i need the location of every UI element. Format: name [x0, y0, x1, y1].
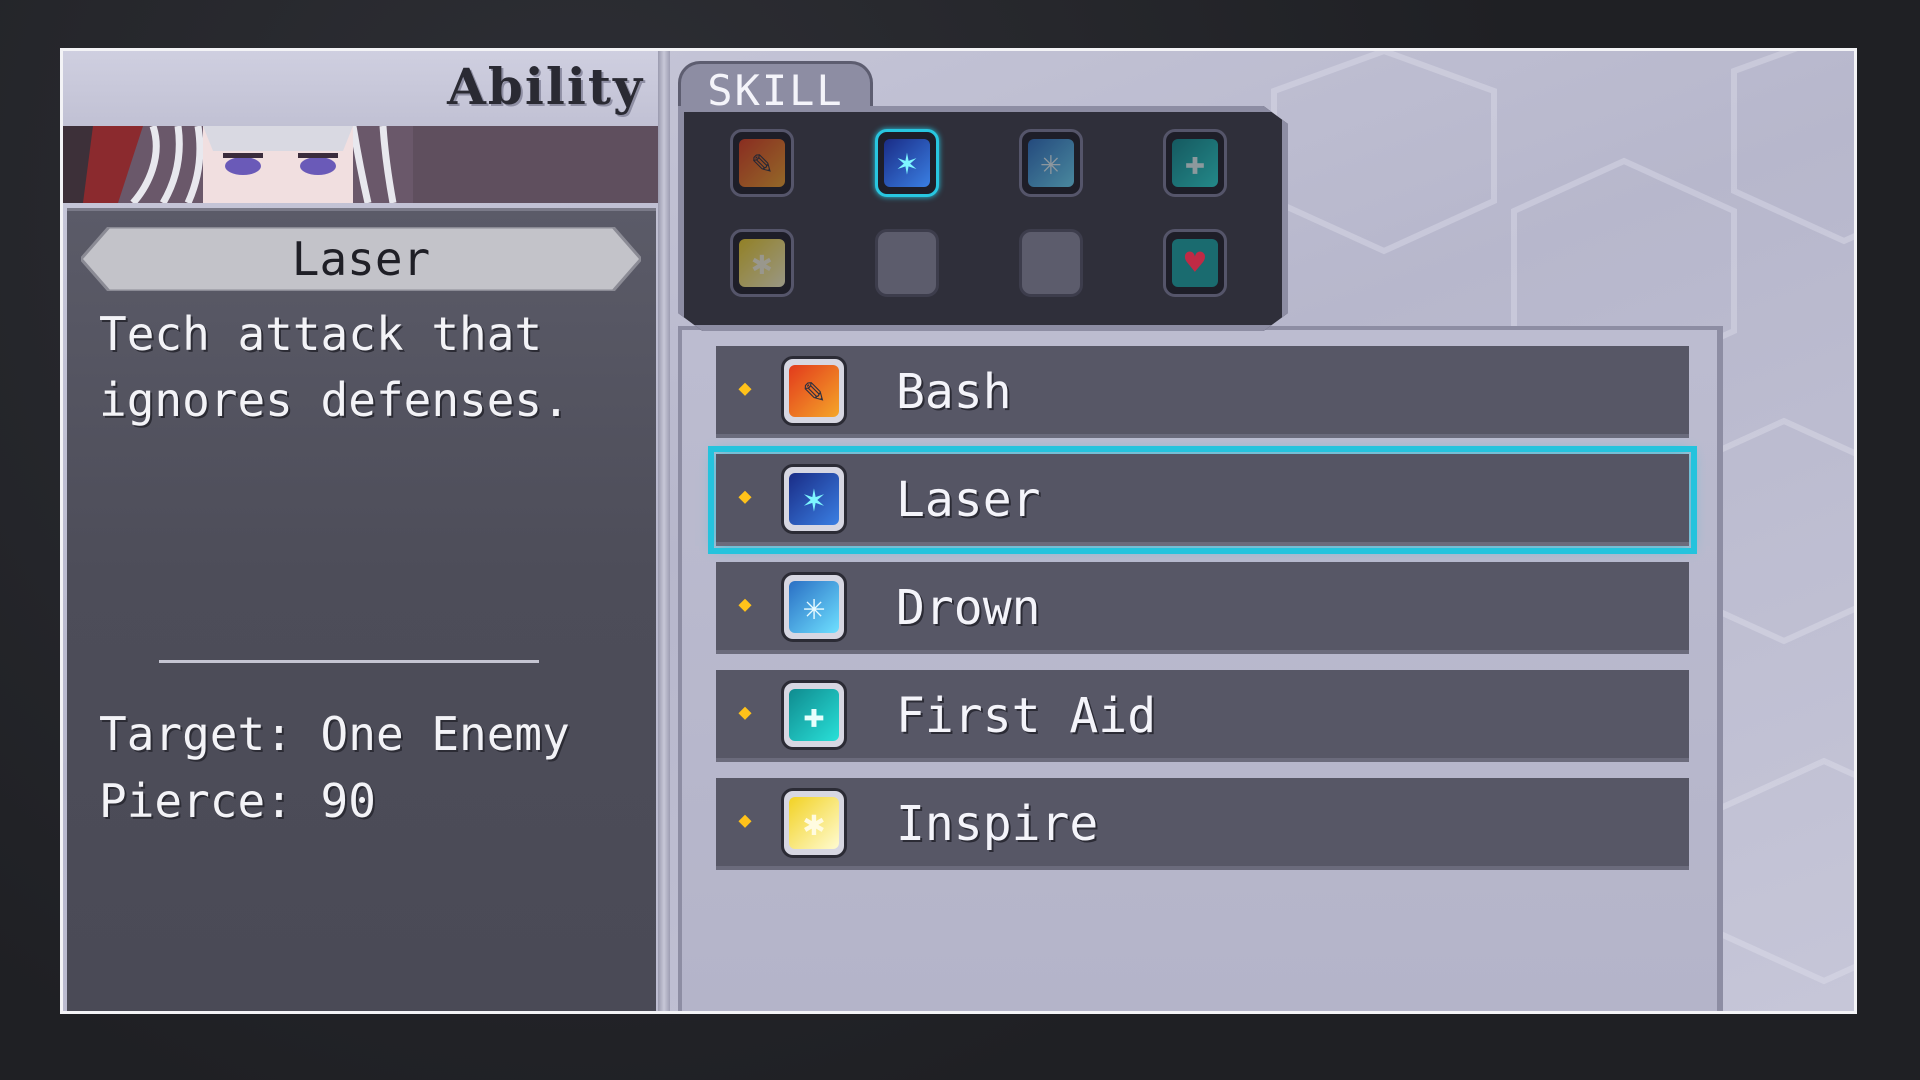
target-stat: Target: One Enemy — [99, 707, 570, 761]
bullet-icon: ◆ — [738, 808, 752, 833]
skill-row-bash[interactable]: ◆ ✎ Bash — [716, 346, 1689, 438]
row-icon-frame: ✚ — [781, 680, 847, 750]
skill-row-laser[interactable]: ◆ ✶ Laser — [708, 446, 1697, 554]
row-icon-frame: ✎ — [781, 356, 847, 426]
first-aid-icon: ✚ — [1172, 139, 1218, 187]
laser-icon: ✶ — [884, 139, 930, 187]
bullet-icon: ◆ — [738, 700, 752, 725]
skill-row-inspire[interactable]: ◆ ✱ Inspire — [716, 778, 1689, 870]
ability-title: Ability — [447, 57, 644, 116]
inspire-icon: ✱ — [739, 239, 785, 287]
bullet-icon: ◆ — [738, 484, 752, 509]
first-aid-icon: ✚ — [789, 689, 839, 741]
description-divider — [159, 660, 539, 663]
panel-separator — [658, 51, 670, 1011]
description-line-1: Tech attack that — [99, 307, 543, 361]
bullet-icon: ◆ — [738, 376, 752, 401]
portrait-art — [63, 126, 658, 203]
grid-slot-laser[interactable]: ✶ — [875, 129, 939, 197]
ability-detail-panel: Ability Laser Tech attack that ignores d… — [63, 51, 658, 1011]
bullet-icon: ◆ — [738, 592, 752, 617]
skill-label: Inspire — [896, 796, 1099, 852]
game-screen: Ability Laser Tech attack that ignores d… — [60, 48, 1857, 1014]
drown-icon: ✳ — [789, 581, 839, 633]
skill-label: Drown — [896, 580, 1041, 636]
ability-header: Ability — [63, 51, 658, 126]
bash-icon: ✎ — [789, 365, 839, 417]
row-icon-frame: ✱ — [781, 788, 847, 858]
inspire-icon: ✱ — [789, 797, 839, 849]
grid-slot-heart[interactable]: ♥ — [1163, 229, 1227, 297]
game-screen-inner: Ability Laser Tech attack that ignores d… — [63, 51, 1854, 1011]
selected-skill-name: Laser — [291, 232, 431, 286]
grid-slot-inspire[interactable]: ✱ — [730, 229, 794, 297]
skill-name-banner: Laser — [81, 227, 641, 291]
heart-icon: ♥ — [1172, 239, 1218, 287]
skill-label: First Aid — [896, 688, 1157, 744]
skill-description: Tech attack that ignores defenses. — [99, 301, 639, 433]
grid-slot-empty-2[interactable] — [1019, 229, 1083, 297]
grid-slot-empty-1[interactable] — [875, 229, 939, 297]
drown-icon: ✳ — [1028, 139, 1074, 187]
skill-description-panel: Laser Tech attack that ignores defenses.… — [67, 208, 656, 1011]
grid-slot-first-aid[interactable]: ✚ — [1163, 129, 1227, 197]
pierce-stat: Pierce: 90 — [99, 774, 376, 828]
skill-label: Laser — [896, 472, 1041, 528]
character-portrait — [63, 126, 658, 203]
skill-row-drown[interactable]: ◆ ✳ Drown — [716, 562, 1689, 654]
laser-icon: ✶ — [789, 473, 839, 525]
grid-slot-drown[interactable]: ✳ — [1019, 129, 1083, 197]
row-icon-frame: ✶ — [781, 464, 847, 534]
grid-slot-bash[interactable]: ✎ — [730, 129, 794, 197]
description-line-2: ignores defenses. — [99, 373, 570, 427]
row-icon-frame: ✳ — [781, 572, 847, 642]
bash-icon: ✎ — [739, 139, 785, 187]
skill-row-first-aid[interactable]: ◆ ✚ First Aid — [716, 670, 1689, 762]
skill-label: Bash — [896, 364, 1012, 420]
